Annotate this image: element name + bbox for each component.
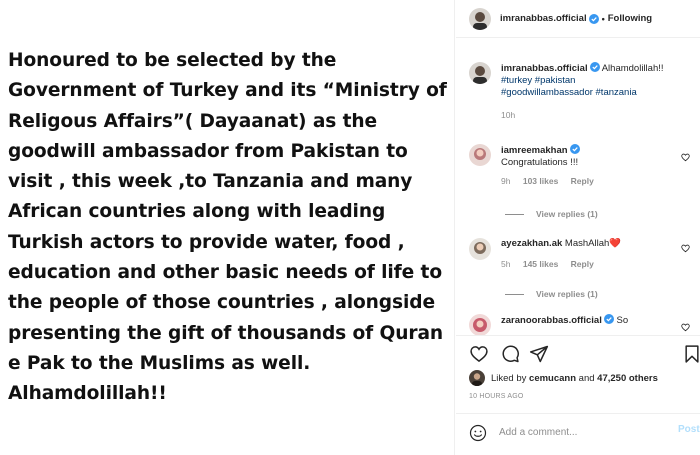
caption-username[interactable]: imranabbas.official	[501, 63, 588, 74]
commenter-username[interactable]: iamreemakhan	[501, 145, 568, 156]
liked-by-user[interactable]: cemucann	[529, 373, 576, 384]
view-replies-button[interactable]: View replies (1)	[505, 289, 598, 299]
liker-avatar[interactable]	[469, 370, 485, 386]
replies-divider	[505, 293, 524, 295]
verified-badge-icon	[588, 13, 599, 24]
comment-item: ayezakhan.ak MashAllah❤️ 5h 145 likes Re…	[469, 238, 695, 270]
post-image[interactable]: Honoured to be selected by the Governmen…	[0, 0, 455, 455]
commenter-avatar[interactable]	[469, 238, 491, 260]
view-replies-label[interactable]: View replies (1)	[536, 209, 598, 219]
add-comment-input[interactable]	[499, 422, 669, 442]
actions-divider	[456, 335, 700, 336]
view-replies-label[interactable]: View replies (1)	[536, 289, 598, 299]
commenter-username[interactable]: ayezakhan.ak	[501, 238, 562, 249]
comment-like-count[interactable]: 103 likes	[523, 176, 558, 186]
comment-like-heart-icon[interactable]	[681, 244, 690, 253]
view-replies-button[interactable]: View replies (1)	[505, 209, 598, 219]
comment-like-heart-icon[interactable]	[681, 153, 690, 162]
verified-badge-icon	[603, 314, 614, 324]
comment-item: iamreemakhan Congratulations !!! 9h 103 …	[469, 144, 695, 187]
author-username[interactable]: imranabbas.official	[500, 13, 587, 24]
share-icon[interactable]	[529, 344, 549, 364]
comment-reply-button[interactable]: Reply	[571, 259, 594, 269]
post-header: imranabbas.official • Following	[456, 0, 700, 38]
post-image-text: Honoured to be selected by the Governmen…	[8, 50, 447, 405]
caption-avatar[interactable]	[469, 62, 491, 84]
comment-text: So	[616, 315, 629, 326]
liked-by-prefix: Liked by	[491, 372, 527, 384]
caption-hashtags-line1[interactable]: #turkey #pakistan	[501, 75, 664, 87]
post-side-panel: imranabbas.official • Following imranabb…	[456, 0, 700, 455]
comment-text: MashAllah❤️	[564, 238, 622, 249]
commenter-username[interactable]: zaranoorabbas.official	[501, 315, 602, 326]
comment-time[interactable]: 9h	[501, 176, 510, 186]
comment-item-clipped: zaranoorabbas.official So	[456, 310, 700, 335]
header-separator: •	[601, 13, 605, 24]
post-timestamp[interactable]: 10 HOURS AGO	[469, 393, 524, 400]
author-avatar[interactable]	[469, 7, 491, 30]
comment-text: Congratulations !!!	[501, 157, 579, 168]
comment-icon[interactable]	[500, 344, 520, 364]
comment-like-count[interactable]: 145 likes	[523, 259, 558, 269]
liked-by-and: and	[578, 372, 595, 384]
caption-time[interactable]: 10h	[501, 110, 515, 120]
verified-badge-icon	[569, 144, 580, 154]
liked-by-row: Liked by cemucann and 47,250 others	[469, 370, 658, 386]
caption: imranabbas.official Alhamdolillah!! #tur…	[469, 62, 695, 121]
following-button[interactable]: Following	[608, 13, 652, 24]
comment-like-heart-icon[interactable]	[681, 323, 690, 332]
comment-time[interactable]: 5h	[501, 259, 510, 269]
comment-reply-button[interactable]: Reply	[571, 176, 594, 186]
verified-badge-icon	[589, 62, 600, 72]
liked-by-others[interactable]: 47,250 others	[597, 373, 658, 384]
commenter-avatar[interactable]	[469, 314, 491, 335]
post-comment-button[interactable]: Post	[678, 424, 700, 435]
emoji-icon[interactable]	[469, 424, 487, 442]
comment-box-divider	[456, 413, 700, 414]
bookmark-icon[interactable]	[682, 344, 700, 364]
commenter-avatar[interactable]	[469, 144, 491, 166]
caption-text: Alhamdolillah!!	[601, 63, 664, 74]
comment-item: zaranoorabbas.official So	[469, 314, 695, 335]
replies-divider	[505, 213, 524, 215]
caption-hashtags-line2[interactable]: #goodwillambassador #tanzania	[501, 87, 664, 99]
heart-icon[interactable]	[469, 344, 489, 364]
